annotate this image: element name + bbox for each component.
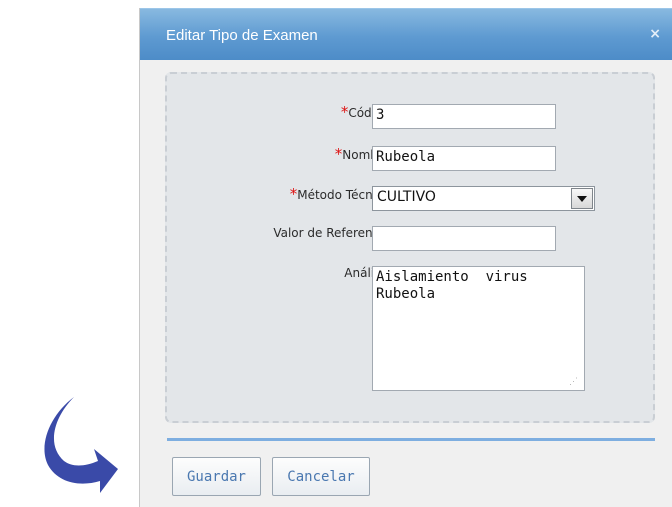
close-icon[interactable]: × (649, 26, 661, 42)
resize-grip-icon[interactable]: ⋰ (569, 378, 578, 387)
edit-exam-type-dialog: Editar Tipo de Examen × *Código: *Nombre… (139, 8, 672, 507)
nombre-input[interactable]: Rubeola (372, 146, 556, 171)
analisis-textarea[interactable]: Aislamiento virus Rubeola ⋰ (372, 266, 585, 391)
cancel-button[interactable]: Cancelar (272, 457, 370, 496)
metodo-selected-value: CULTIVO (377, 189, 436, 205)
divider (167, 438, 655, 441)
dialog-titlebar[interactable]: Editar Tipo de Examen × (140, 8, 672, 60)
analisis-text: Aislamiento virus Rubeola (376, 269, 528, 302)
form-panel: *Código: *Nombre: *Método Técnica: Valor… (165, 72, 655, 423)
chevron-down-icon[interactable] (571, 188, 593, 209)
metodo-select[interactable]: CULTIVO (372, 186, 595, 211)
curved-arrow-icon (44, 397, 118, 493)
codigo-input[interactable]: 3 (372, 104, 556, 129)
valor-referencia-input[interactable] (372, 226, 556, 251)
dialog-title: Editar Tipo de Examen (166, 27, 318, 44)
save-button[interactable]: Guardar (172, 457, 261, 496)
